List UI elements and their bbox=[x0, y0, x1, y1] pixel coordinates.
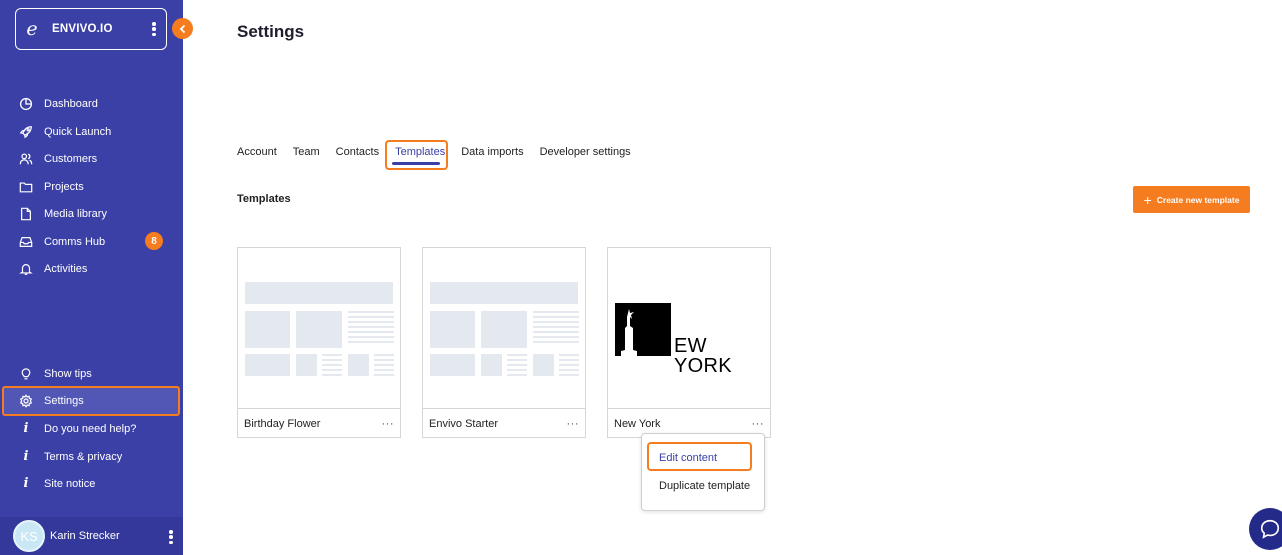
page-title: Settings bbox=[237, 22, 305, 41]
template-card-birthday-flower[interactable]: Birthday Flower ··· bbox=[237, 247, 401, 438]
sidebar-item-activities[interactable]: Activities bbox=[2, 255, 180, 282]
dashboard-icon bbox=[19, 97, 33, 111]
more-options-icon[interactable]: ··· bbox=[752, 418, 765, 430]
sidebar-item-label: Do you need help? bbox=[44, 422, 137, 435]
notification-badge: 8 bbox=[145, 232, 163, 250]
sidebar-item-label: Customers bbox=[44, 152, 98, 165]
sidebar-item-label: Show tips bbox=[44, 367, 92, 380]
sidebar-item-label: Quick Launch bbox=[44, 125, 112, 138]
sidebar-item-label: Terms & privacy bbox=[44, 450, 123, 463]
info-icon: i bbox=[23, 476, 29, 491]
gear-icon bbox=[19, 394, 33, 408]
create-template-label: Create new template bbox=[1156, 194, 1240, 205]
sidebar-item-settings[interactable]: Settings bbox=[2, 386, 180, 416]
users-icon bbox=[19, 152, 33, 166]
section-title: Templates bbox=[237, 193, 291, 205]
rocket-icon bbox=[19, 125, 33, 139]
sidebar-item-label: Media library bbox=[44, 207, 107, 220]
workspace-menu-icon[interactable] bbox=[151, 22, 157, 36]
duplicate-template-option[interactable]: Duplicate template bbox=[659, 480, 750, 492]
sidebar-item-media-library[interactable]: Media library bbox=[2, 200, 180, 227]
template-name: New York bbox=[614, 418, 661, 430]
folder-icon bbox=[19, 180, 33, 194]
tab-data-imports[interactable]: Data imports bbox=[461, 146, 523, 158]
menu-highlight-box bbox=[647, 442, 752, 471]
info-icon: i bbox=[23, 449, 29, 464]
sidebar-item-label: Settings bbox=[44, 395, 84, 407]
sidebar-item-label: Projects bbox=[44, 180, 84, 193]
sidebar-item-label: Dashboard bbox=[44, 97, 98, 110]
collapse-sidebar-button[interactable] bbox=[172, 18, 193, 39]
tab-account[interactable]: Account bbox=[237, 146, 277, 158]
info-icon: i bbox=[23, 421, 29, 436]
sidebar-item-show-tips[interactable]: Show tips bbox=[2, 360, 180, 387]
template-thumbnail: N EW YORK bbox=[608, 248, 770, 409]
workspace-switcher[interactable]: e ENVIVO.IO bbox=[15, 8, 167, 50]
sidebar-item-site-notice[interactable]: i Site notice bbox=[2, 470, 180, 497]
brand-name: ENVIVO.IO bbox=[52, 23, 113, 35]
sidebar-item-projects[interactable]: Projects bbox=[2, 173, 180, 200]
tab-highlight-box bbox=[385, 140, 448, 170]
sidebar-item-dashboard[interactable]: Dashboard bbox=[2, 90, 180, 117]
lightbulb-icon bbox=[19, 367, 33, 381]
inbox-icon bbox=[19, 235, 33, 249]
avatar: KS bbox=[13, 520, 45, 552]
user-menu-icon[interactable] bbox=[168, 530, 174, 544]
tab-team[interactable]: Team bbox=[293, 146, 320, 158]
template-card-new-york[interactable]: N EW YORK New York ··· bbox=[607, 247, 771, 438]
tab-contacts[interactable]: Contacts bbox=[336, 146, 379, 158]
chevron-left-icon bbox=[179, 24, 185, 33]
sidebar-item-label: Activities bbox=[44, 262, 88, 275]
tab-developer-settings[interactable]: Developer settings bbox=[540, 146, 631, 158]
bell-icon bbox=[19, 262, 33, 276]
plus-icon: + bbox=[1143, 191, 1152, 208]
chat-icon bbox=[1260, 519, 1280, 539]
more-options-icon[interactable]: ··· bbox=[567, 418, 580, 430]
sidebar: e ENVIVO.IO Dashboard Quick Launch Custo… bbox=[0, 0, 183, 555]
template-card-envivo-starter[interactable]: Envivo Starter ··· bbox=[422, 247, 586, 438]
sidebar-item-quick-launch[interactable]: Quick Launch bbox=[2, 118, 180, 145]
template-name: Birthday Flower bbox=[244, 418, 321, 430]
sidebar-item-comms-hub[interactable]: Comms Hub 8 bbox=[2, 228, 180, 255]
template-name: Envivo Starter bbox=[429, 418, 499, 430]
user-profile[interactable]: KS Karin Strecker bbox=[0, 517, 183, 555]
file-icon bbox=[19, 207, 33, 221]
sidebar-item-customers[interactable]: Customers bbox=[2, 145, 180, 172]
chat-button[interactable] bbox=[1249, 508, 1282, 550]
sidebar-item-label: Comms Hub bbox=[44, 235, 106, 248]
more-options-icon[interactable]: ··· bbox=[382, 418, 395, 430]
create-template-button[interactable]: + Create new template bbox=[1133, 186, 1250, 213]
template-thumbnail bbox=[238, 248, 400, 409]
sidebar-item-help[interactable]: i Do you need help? bbox=[2, 415, 180, 442]
user-name: Karin Strecker bbox=[50, 530, 120, 542]
new-york-logo: N bbox=[615, 299, 671, 359]
sidebar-item-label: Site notice bbox=[44, 477, 96, 490]
template-thumbnail bbox=[423, 248, 585, 409]
new-york-text: EW YORK bbox=[674, 335, 732, 377]
brand-logo: e bbox=[26, 17, 38, 40]
sidebar-item-terms-privacy[interactable]: i Terms & privacy bbox=[2, 443, 180, 470]
